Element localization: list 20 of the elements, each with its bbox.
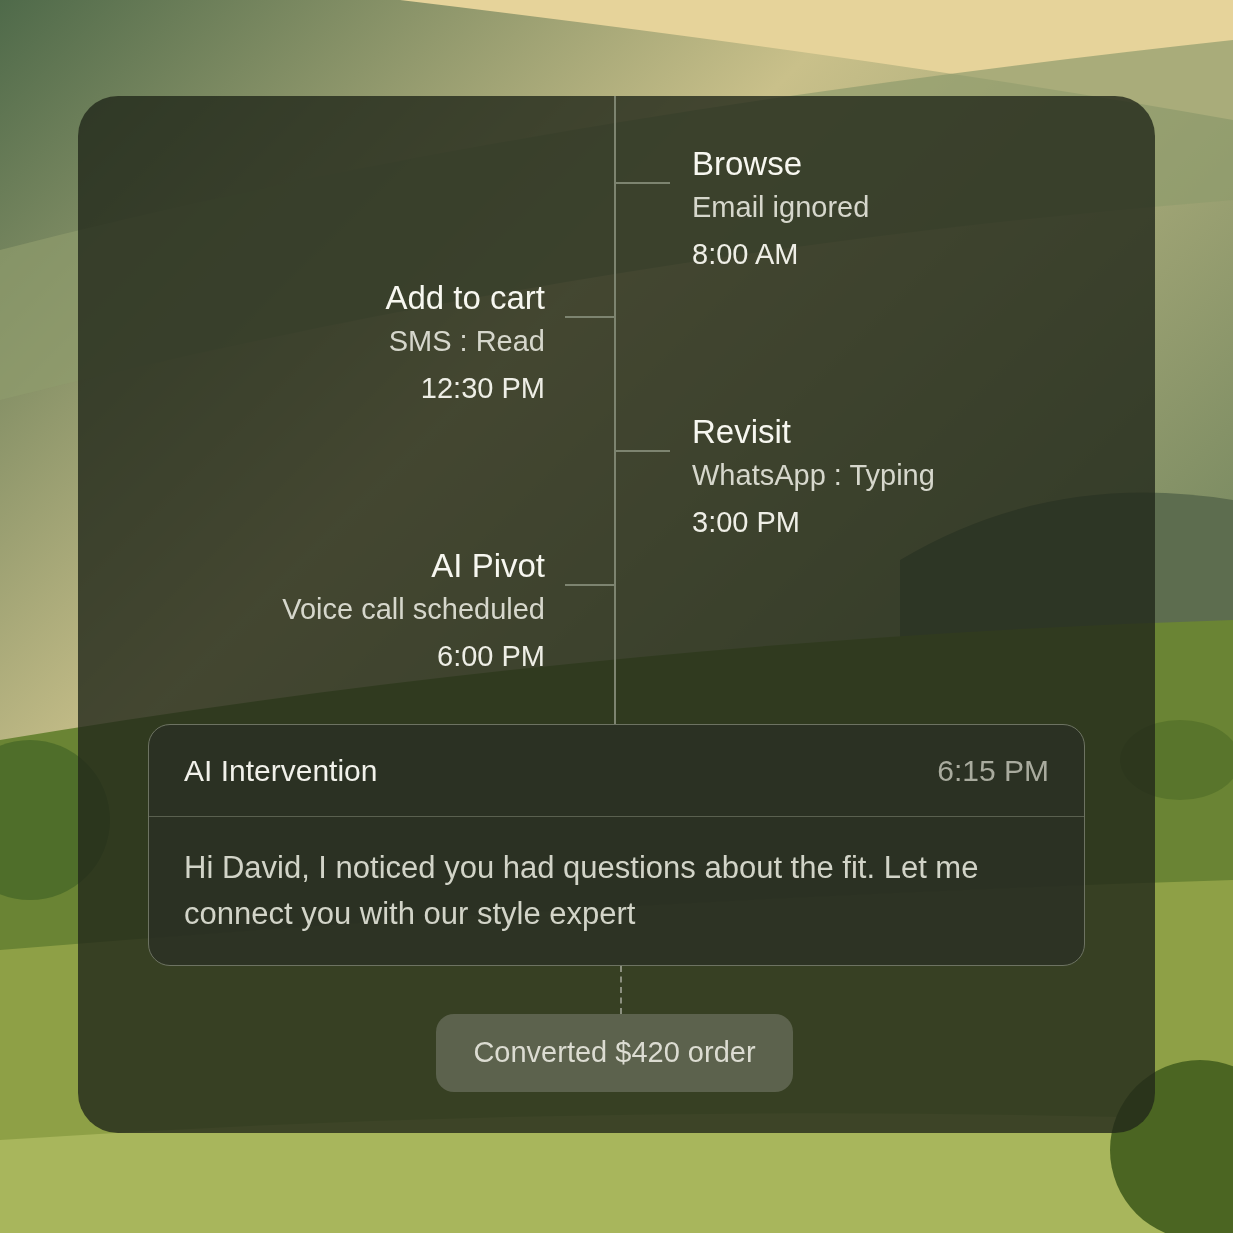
connector-line — [565, 316, 615, 318]
intervention-message: Hi David, I noticed you had questions about the fit. Let me connect you with our style expert — [183, 849, 980, 933]
event-time: 12:30 PM — [420, 371, 545, 406]
connector-line — [565, 584, 615, 586]
event-title: AI Pivot — [431, 546, 545, 586]
intervention-time: 6:15 PM — [937, 753, 1049, 789]
event-time: 3:00 PM — [692, 505, 801, 540]
event-title: Browse — [692, 144, 803, 184]
event-title: Add to cart — [385, 278, 545, 318]
result-badge: Converted $420 order — [436, 1014, 793, 1092]
event-detail: WhatsApp : Typing — [692, 458, 935, 493]
event-time: 8:00 AM — [692, 237, 800, 272]
connector-line — [616, 182, 670, 184]
intervention-title: AI Intervention — [184, 753, 378, 789]
event-detail: Voice call scheduled — [282, 592, 545, 627]
event-time: 6:00 PM — [437, 639, 545, 674]
event-detail: Email ignored — [692, 190, 870, 225]
event-detail: SMS : Read — [388, 324, 545, 359]
connector-line — [616, 450, 670, 452]
event-title: Revisit — [692, 412, 792, 452]
